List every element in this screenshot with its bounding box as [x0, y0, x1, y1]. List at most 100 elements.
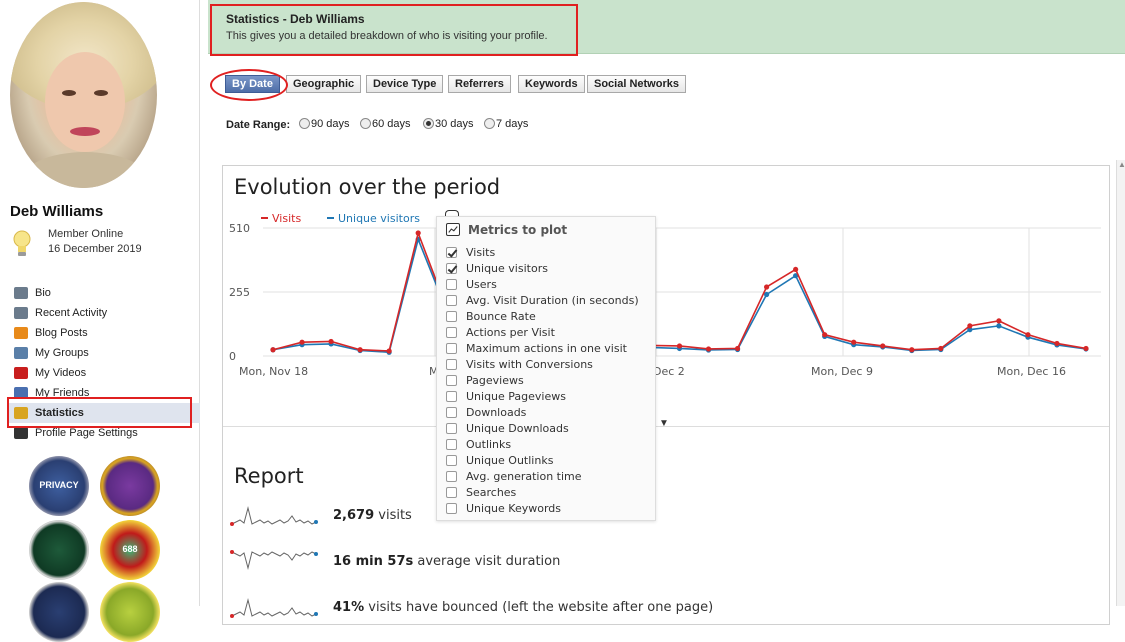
scrollbar[interactable] — [1116, 160, 1125, 606]
report-value: 41% — [333, 600, 365, 615]
metric-checkbox[interactable] — [446, 343, 457, 354]
metric-checkbox[interactable] — [446, 455, 457, 466]
metric-option[interactable]: Unique Pageviews — [446, 389, 639, 405]
metric-option[interactable]: Maximum actions in one visit — [446, 341, 639, 357]
metric-checkbox[interactable] — [446, 487, 457, 498]
radio-30-days[interactable]: 30 days — [423, 118, 474, 130]
metric-checkbox[interactable] — [446, 359, 457, 370]
report-title: Report — [234, 464, 304, 488]
data-point — [793, 266, 799, 273]
rss-icon — [14, 327, 28, 339]
metric-checkbox[interactable] — [446, 439, 457, 450]
series-line-1 — [272, 236, 1087, 357]
sidebar-item-label: Blog Posts — [35, 327, 88, 339]
metric-option[interactable]: Users — [446, 277, 639, 293]
report-text: 2,679 visits — [333, 508, 412, 523]
data-point — [1025, 332, 1031, 338]
metric-label: Visits with Conversions — [466, 358, 593, 371]
sidebar-item-bio[interactable]: Bio — [8, 283, 200, 303]
data-point — [676, 343, 683, 349]
metric-checkbox[interactable] — [446, 295, 457, 306]
metric-option[interactable]: Downloads — [446, 405, 639, 421]
data-point — [996, 318, 1002, 324]
data-point — [764, 284, 770, 290]
shield-badge[interactable] — [29, 520, 89, 580]
x-tick-label: Mon, Nov 18 — [239, 365, 308, 378]
metric-option[interactable]: Searches — [446, 485, 639, 501]
metric-checkbox[interactable] — [446, 327, 457, 338]
data-point — [996, 323, 1002, 329]
badge-label: PRIVACY — [39, 480, 79, 490]
radio-90-days[interactable]: 90 days — [299, 118, 350, 130]
evolution-widget: Evolution over the period 0 255 510 Mon, No… — [222, 165, 1110, 625]
metric-checkbox[interactable] — [446, 279, 457, 290]
metric-label: Pageviews — [466, 374, 524, 387]
radio-button[interactable] — [484, 118, 495, 129]
anchor-badge[interactable] — [29, 582, 89, 642]
metric-checkbox[interactable] — [446, 247, 457, 258]
data-point — [357, 347, 363, 353]
member-badge[interactable] — [100, 582, 160, 642]
report-row: 16 min 57s average visit duration — [228, 546, 560, 576]
badge-label: 688 — [122, 544, 138, 554]
sidebar-item-label: Recent Activity — [35, 307, 108, 319]
metric-option[interactable]: Avg. generation time — [446, 469, 639, 485]
metric-checkbox[interactable] — [446, 503, 457, 514]
profile-sidebar: Deb Williams Member Online 16 December 2… — [0, 0, 200, 642]
avatar[interactable] — [10, 2, 157, 188]
radio-button[interactable] — [423, 118, 434, 129]
radio-60-days[interactable]: 60 days — [360, 118, 411, 130]
sparkline — [230, 550, 318, 570]
metric-checkbox[interactable] — [446, 471, 457, 482]
member-status: Member Online 16 December 2019 — [48, 227, 142, 257]
metric-option[interactable]: Unique visitors — [446, 261, 639, 277]
metric-checkbox[interactable] — [446, 423, 457, 434]
scroll-up-arrow-icon[interactable]: ▲ — [1118, 160, 1125, 169]
tab-keywords[interactable]: Keywords — [518, 75, 585, 93]
royal-badge[interactable] — [100, 456, 160, 516]
radio-7-days[interactable]: 7 days — [484, 118, 528, 130]
metric-option[interactable]: Outlinks — [446, 437, 639, 453]
sidebar-item-my-videos[interactable]: My Videos — [8, 363, 200, 383]
data-point — [1083, 345, 1089, 352]
sparkline-end — [314, 520, 318, 524]
metric-option[interactable]: Unique Keywords — [446, 501, 639, 517]
privacy-badge[interactable]: PRIVACY — [29, 456, 89, 516]
user-name[interactable]: Deb Williams — [10, 203, 103, 220]
y-tick-label: 255 — [229, 286, 250, 299]
metric-checkbox[interactable] — [446, 407, 457, 418]
radio-button[interactable] — [360, 118, 371, 129]
metric-option[interactable]: Actions per Visit — [446, 325, 639, 341]
metric-option[interactable]: Visits — [446, 245, 639, 261]
radio-button[interactable] — [299, 118, 310, 129]
metric-checkbox[interactable] — [446, 375, 457, 386]
metric-label: Visits — [466, 246, 496, 259]
tab-referrers[interactable]: Referrers — [448, 75, 511, 93]
tab-device-type[interactable]: Device Type — [366, 75, 444, 93]
video-icon — [14, 367, 28, 379]
data-point — [880, 343, 886, 349]
tab-highlight-circle — [210, 69, 288, 101]
metric-option[interactable]: Avg. Visit Duration (in seconds) — [446, 293, 639, 309]
metric-option[interactable]: Unique Downloads — [446, 421, 639, 437]
tab-geographic[interactable]: Geographic — [286, 75, 362, 93]
tab-social-networks[interactable]: Social Networks — [587, 75, 686, 93]
sidebar-item-my-groups[interactable]: My Groups — [8, 343, 200, 363]
evolution-chart[interactable]: 0255510Mon, Nov 18 M Dec 2 Mon, Dec 9 Mon, D… — [223, 206, 1109, 386]
online-status: Member Online — [48, 228, 124, 240]
x-tick-label: Mon, Dec 16 — [997, 365, 1066, 378]
metric-option[interactable]: Pageviews — [446, 373, 639, 389]
metric-checkbox[interactable] — [446, 311, 457, 322]
report-value: 2,679 — [333, 508, 375, 523]
metric-checkbox[interactable] — [446, 391, 457, 402]
sidebar-item-blog-posts[interactable]: Blog Posts — [8, 323, 200, 343]
metric-option[interactable]: Unique Outlinks — [446, 453, 639, 469]
metric-option[interactable]: Visits with Conversions — [446, 357, 639, 373]
metric-label: Avg. Visit Duration (in seconds) — [466, 294, 639, 307]
metric-option[interactable]: Bounce Rate — [446, 309, 639, 325]
sidebar-item-recent-activity[interactable]: Recent Activity — [8, 303, 200, 323]
mvp-rank-badge[interactable]: 688 — [100, 520, 160, 580]
collapse-arrow-icon[interactable]: ▼ — [659, 418, 669, 429]
activity-icon — [14, 307, 28, 319]
metric-checkbox[interactable] — [446, 263, 457, 274]
